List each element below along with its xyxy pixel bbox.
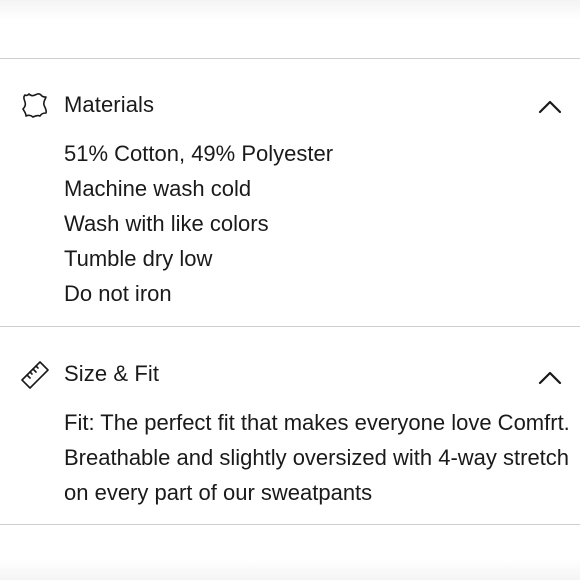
size-fit-section: Size & Fit Fit: The perfect fit that mak… <box>0 357 580 517</box>
chevron-up-icon[interactable] <box>537 365 563 391</box>
materials-line: Do not iron <box>64 281 172 306</box>
size-fit-header[interactable]: Size & Fit <box>0 357 580 397</box>
materials-section: Materials 51% Cotton, 49% Polyester Mach… <box>0 88 580 318</box>
top-fade <box>0 0 580 20</box>
materials-list: 51% Cotton, 49% Polyester Machine wash c… <box>64 136 333 311</box>
materials-header[interactable]: Materials <box>0 88 580 128</box>
size-fit-description: Fit: The perfect fit that makes everyone… <box>64 410 570 505</box>
chevron-up-icon[interactable] <box>537 94 563 120</box>
size-fit-title: Size & Fit <box>64 361 160 386</box>
ruler-icon <box>20 359 50 389</box>
divider-middle <box>0 326 580 327</box>
materials-line: Machine wash cold <box>64 176 252 201</box>
materials-line: 51% Cotton, 49% Polyester <box>64 141 334 166</box>
materials-line: Tumble dry low <box>64 246 213 271</box>
materials-title: Materials <box>64 92 155 117</box>
leather-hide-icon <box>20 90 50 120</box>
bottom-fade <box>0 560 580 580</box>
materials-line: Wash with like colors <box>64 211 269 236</box>
divider-bottom <box>0 524 580 525</box>
divider-top <box>0 58 580 59</box>
